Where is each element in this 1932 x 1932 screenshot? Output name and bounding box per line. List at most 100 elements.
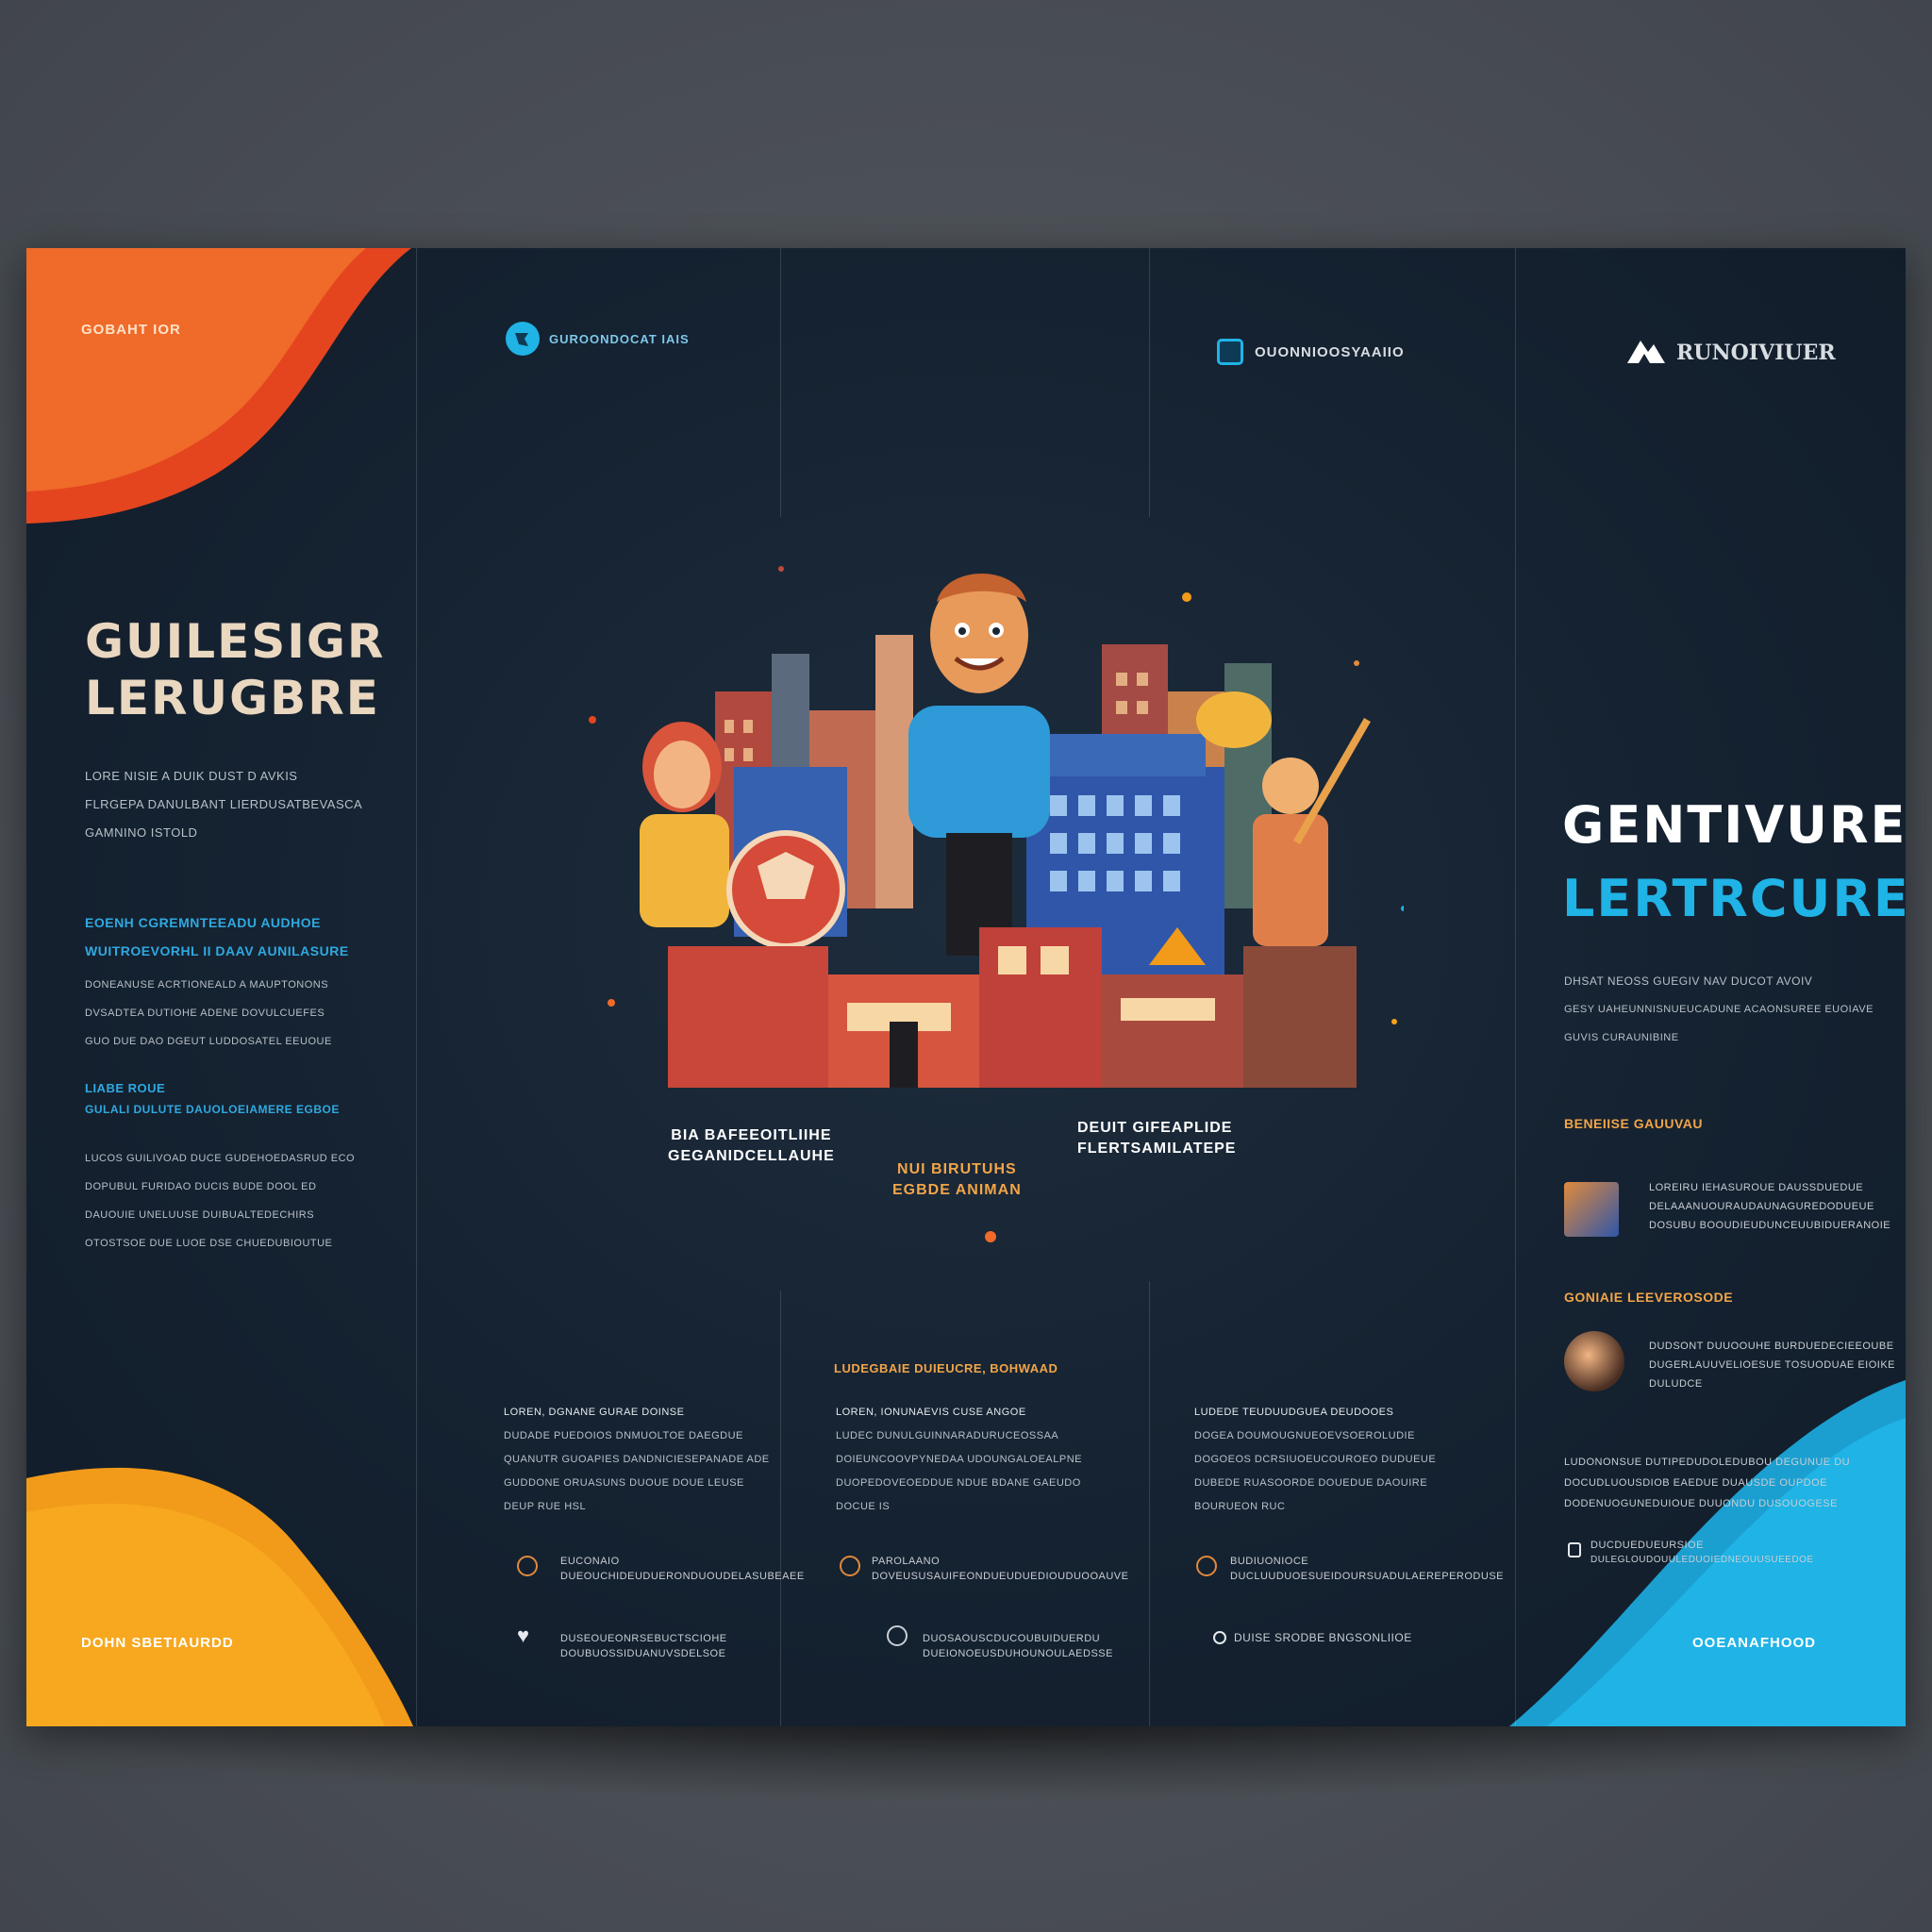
panel1-sub-heading-line: GULALI DULUTE DAUOLOEIAMERE EGBOE bbox=[85, 1103, 340, 1116]
location-icon bbox=[840, 1556, 860, 1576]
panel5-body: LUDONONSUE DUTIPEDUDOLEDUBOU DEGUNUE DU … bbox=[1564, 1452, 1850, 1514]
panel5-logo-text: RUNOIVIUER bbox=[1676, 340, 1836, 365]
panel2-contact-1: EUCONAIO DUEOUCHIDEUDUERONDUOUDELASUBEAE… bbox=[560, 1554, 805, 1584]
caption-line: FLERTSAMILATEPE bbox=[1077, 1141, 1237, 1157]
location-icon bbox=[1196, 1556, 1217, 1576]
panel1-sub-heading-2: LIABE ROUE GULALI DULUTE DAUOLOEIAMERE E… bbox=[85, 1078, 340, 1120]
heart-icon: ♥ bbox=[517, 1624, 530, 1647]
contact-line: EUCONAIO bbox=[560, 1556, 620, 1567]
contact-line: DOUBUOSSIDUANUVSDELSOE bbox=[560, 1648, 726, 1659]
panel5-footer-label: OOEANAFHOOD bbox=[1692, 1635, 1816, 1651]
panel3-mid-heading: LUDEGBAIE DUIEUCRE, BOHWAAD bbox=[834, 1361, 1058, 1375]
caption-line: GEGANIDCELLAUHE bbox=[668, 1148, 835, 1164]
panel5-intro: DHSAT NEOSS GUEGIV NAV DUCOT AVOIV GESY … bbox=[1564, 967, 1874, 1052]
contact-line: PAROLAANO bbox=[872, 1556, 941, 1567]
panel3-column-line: LUDEC DUNULGUINNARADURUCEOSSAA bbox=[836, 1430, 1059, 1441]
caption-line: DEUIT GIFEAPLIDE bbox=[1077, 1120, 1233, 1136]
contact-line: DUCDUEDUEURSIOE bbox=[1591, 1540, 1704, 1551]
caption-line: BIA BAFEEOITLIIHE bbox=[671, 1127, 832, 1143]
fold-line-2-lower bbox=[780, 1291, 781, 1726]
section-text-line: DUDSONT DUUOOUHE BURDUEDECIEEOUBE bbox=[1649, 1341, 1894, 1352]
panel3-column-line: LOREN, IONUNAEVIS CUSE ANGOE bbox=[836, 1407, 1026, 1418]
panel2-logo-text: GUROONDOCAT IAIS bbox=[549, 331, 690, 346]
panel1-intro: LORE NISIE A DUIK DUST D AVKIS FLRGEPA D… bbox=[85, 762, 362, 847]
panel5-title-line2: LERTRCURE bbox=[1562, 869, 1906, 928]
contact-line: DUEOUCHIDEUDUERONDUOUDELASUBEAEE bbox=[560, 1571, 805, 1582]
panel5-section-2-text: DUDSONT DUUOOUHE BURDUEDECIEEOUBE DUGERL… bbox=[1649, 1337, 1895, 1393]
panel5-title-line1: GENTIVURE bbox=[1562, 795, 1906, 855]
panel2-contact-2: DUSEOUEONRSEBUCTSCIOHE DOUBUOSSIDUANUVSD… bbox=[560, 1631, 727, 1661]
bottom-left-yellow-wave bbox=[26, 1467, 413, 1726]
section-text-line: DUGERLAUUVELIOESUE TOSUODUAE EIOIKE bbox=[1649, 1359, 1895, 1371]
panel1-intro-line: GAMNINO ISTOLD bbox=[85, 825, 198, 840]
top-left-orange-wave bbox=[26, 248, 411, 524]
panel2-logo: GUROONDOCAT IAIS bbox=[506, 322, 690, 356]
panel2-column-line: DUDADE PUEDOIOS DNMUOLTOE DAEGDUE bbox=[504, 1430, 743, 1441]
section-text-line: DULUDCE bbox=[1649, 1378, 1703, 1390]
caption-center: NUI BIRUTUHS EGBDE ANIMAN bbox=[892, 1159, 1022, 1201]
panel4-contact-1: BUDIUONIOCE DUCLUUDUOESUEIDOURSUADULAERE… bbox=[1230, 1554, 1504, 1584]
panel1-body-line: DAUOUIE UNELUUSE DUIBUALTEDECHIRS bbox=[85, 1209, 315, 1221]
panel1-body-line: LUCOS GUILIVOAD DUCE GUDEHOEDASRUD ECO bbox=[85, 1153, 356, 1164]
panel1-sub-heading-line: WUITROEVORHL II DAAV AUNILASURE bbox=[85, 943, 349, 958]
panel4-column-line: DOGOEOS DCRSIUOEUCOUROEO DUDUEUE bbox=[1194, 1454, 1437, 1465]
panel1-body-2: LUCOS GUILIVOAD DUCE GUDEHOEDASRUD ECO D… bbox=[85, 1144, 355, 1257]
panel4-column-line: DOGEA DOUMOUGNUEOEVSOEROLUDIE bbox=[1194, 1430, 1415, 1441]
fold-line-4 bbox=[1515, 248, 1516, 1726]
panel2-column-line: LOREN, DGNANE GURAE DOINSE bbox=[504, 1407, 685, 1418]
panel1-intro-line: FLRGEPA DANULBANT LIERDUSATBEVASCA bbox=[85, 797, 363, 811]
location-icon bbox=[517, 1556, 538, 1576]
decor-dot bbox=[985, 1231, 996, 1242]
panel5-body-line: DOCUDLUOUSDIOB EAEDUE DUAUSDE OUPDOE bbox=[1564, 1477, 1827, 1489]
panel3-contact-2: DUOSAOUSCDUCOUBUIDUERDU DUEIONOEUSDUHOUN… bbox=[923, 1631, 1113, 1661]
panel4-column-line: DUBEDE RUASOORDE DOUEDUE DAOUIRE bbox=[1194, 1477, 1428, 1489]
clock-icon bbox=[1213, 1631, 1226, 1644]
panel4-column-lines: LUDEDE TEUDUUDGUEA DEUDOOES DOGEA DOUMOU… bbox=[1194, 1401, 1436, 1519]
panel3-column-line: DUOPEDOVEOEDDUE NDUE BDANE GAEUDO bbox=[836, 1477, 1081, 1489]
contact-line: DOVEUSUSAUIFEONDUEUDUEDIOUDUOOAUVE bbox=[872, 1571, 1129, 1582]
panel5-body-line: DODENUOGUNEDUIOUE DUUONDU DUSOUOGESE bbox=[1564, 1498, 1838, 1509]
panel1-title-line2: LERUGBRE bbox=[85, 671, 380, 725]
panel1-body-line: DOPUBUL FURIDAO DUCIS BUDE DOOL ED bbox=[85, 1181, 317, 1192]
contact-line: DUSEOUEONRSEBUCTSCIOHE bbox=[560, 1633, 727, 1644]
panel5-section-1-text: LOREIRU IEHASUROUE DAUSSDUEDUE DELAAANUO… bbox=[1649, 1178, 1890, 1235]
contact-line: BUDIUONIOCE bbox=[1230, 1556, 1309, 1567]
city-illustration bbox=[589, 566, 1404, 1088]
panel5-section-2-title: GONIAIE LEEVEROSODE bbox=[1564, 1290, 1734, 1305]
panel4-column-line: LUDEDE TEUDUUDGUEA DEUDOOES bbox=[1194, 1407, 1394, 1418]
panel4-contact-2: DUISE SRODBE BNGSONLIIOE bbox=[1234, 1631, 1412, 1644]
panel5-intro-line: GESY UAHEUNNISNUEUCADUNE ACAONSUREE EUOI… bbox=[1564, 1004, 1874, 1015]
contact-line: DUEIONOEUSDUHOUNOULAEDSSE bbox=[923, 1648, 1113, 1659]
fold-line-1 bbox=[416, 248, 417, 1726]
contact-line: DULEGLOUDOUULEDUOIEDNEOUUSUEEDOE bbox=[1591, 1555, 1814, 1565]
panel2-column-line: GUDDONE ORUASUNS DUOUE DOUE LEUSE bbox=[504, 1477, 744, 1489]
panel4-logo-text: OUONNIOOSYAAIIO bbox=[1255, 343, 1405, 360]
panel5-intro-line: DHSAT NEOSS GUEGIV NAV DUCOT AVOIV bbox=[1564, 974, 1813, 988]
panel1-body-line: GUO DUE DAO DGEUT LUDDOSATEL EEUOUE bbox=[85, 1036, 332, 1047]
globe-logo-icon bbox=[506, 322, 540, 356]
panel5-logo: RUNOIVIUER bbox=[1625, 335, 1836, 370]
contact-line: DUCLUUDUOESUEIDOURSUADULAEREPERODUSE bbox=[1230, 1571, 1504, 1582]
panel1-body-line: DONEANUSE ACRTIONEALD A MAUPTONONS bbox=[85, 979, 329, 991]
fold-line-3 bbox=[1149, 248, 1150, 517]
panel2-column-line: DEUP RUE HSL bbox=[504, 1501, 587, 1512]
panel1-title-line1: GUILESIGR bbox=[85, 614, 386, 669]
panel2-column-line: QUANUTR GUOAPIES DANDNICIESEPANADE ADE bbox=[504, 1454, 770, 1465]
panel5-body-line: LUDONONSUE DUTIPEDUDOLEDUBOU DEGUNUE DU bbox=[1564, 1457, 1851, 1468]
panel3-contact-1: PAROLAANO DOVEUSUSAUIFEONDUEUDUEDIOUDUOO… bbox=[872, 1554, 1128, 1584]
page-shadow bbox=[57, 1726, 1877, 1802]
panel3-column-line: DOIEUNCOOVPYNEDAA UDOUNGALOEALPNE bbox=[836, 1454, 1083, 1465]
panel3-column-lines: LOREN, IONUNAEVIS CUSE ANGOE LUDEC DUNUL… bbox=[836, 1401, 1082, 1519]
section-text-line: DELAAANUOURAUDAUNAGUREDODUEUE bbox=[1649, 1201, 1874, 1212]
section-2-thumbnail bbox=[1564, 1331, 1624, 1391]
panel1-intro-line: LORE NISIE A DUIK DUST D AVKIS bbox=[85, 769, 298, 783]
section-text-line: LOREIRU IEHASUROUE DAUSSDUEDUE bbox=[1649, 1182, 1864, 1193]
contact-line: DUOSAOUSCDUCOUBUIDUERDU bbox=[923, 1633, 1101, 1644]
section-text-line: DOSUBU BOOUDIEUDUNCEUUBIDUERANOIE bbox=[1649, 1220, 1891, 1231]
globe-icon bbox=[887, 1625, 908, 1646]
section-1-thumbnail bbox=[1564, 1182, 1619, 1237]
panel1-sub-heading-1: EOENH CGREMNTEEADU AUDHOE WUITROEVORHL I… bbox=[85, 908, 349, 965]
caption-line: EGBDE ANIMAN bbox=[892, 1182, 1022, 1198]
panel1-body-1: DONEANUSE ACRTIONEALD A MAUPTONONS DVSAD… bbox=[85, 971, 332, 1056]
panel1-sub-heading-line: EOENH CGREMNTEEADU AUDHOE bbox=[85, 915, 321, 930]
